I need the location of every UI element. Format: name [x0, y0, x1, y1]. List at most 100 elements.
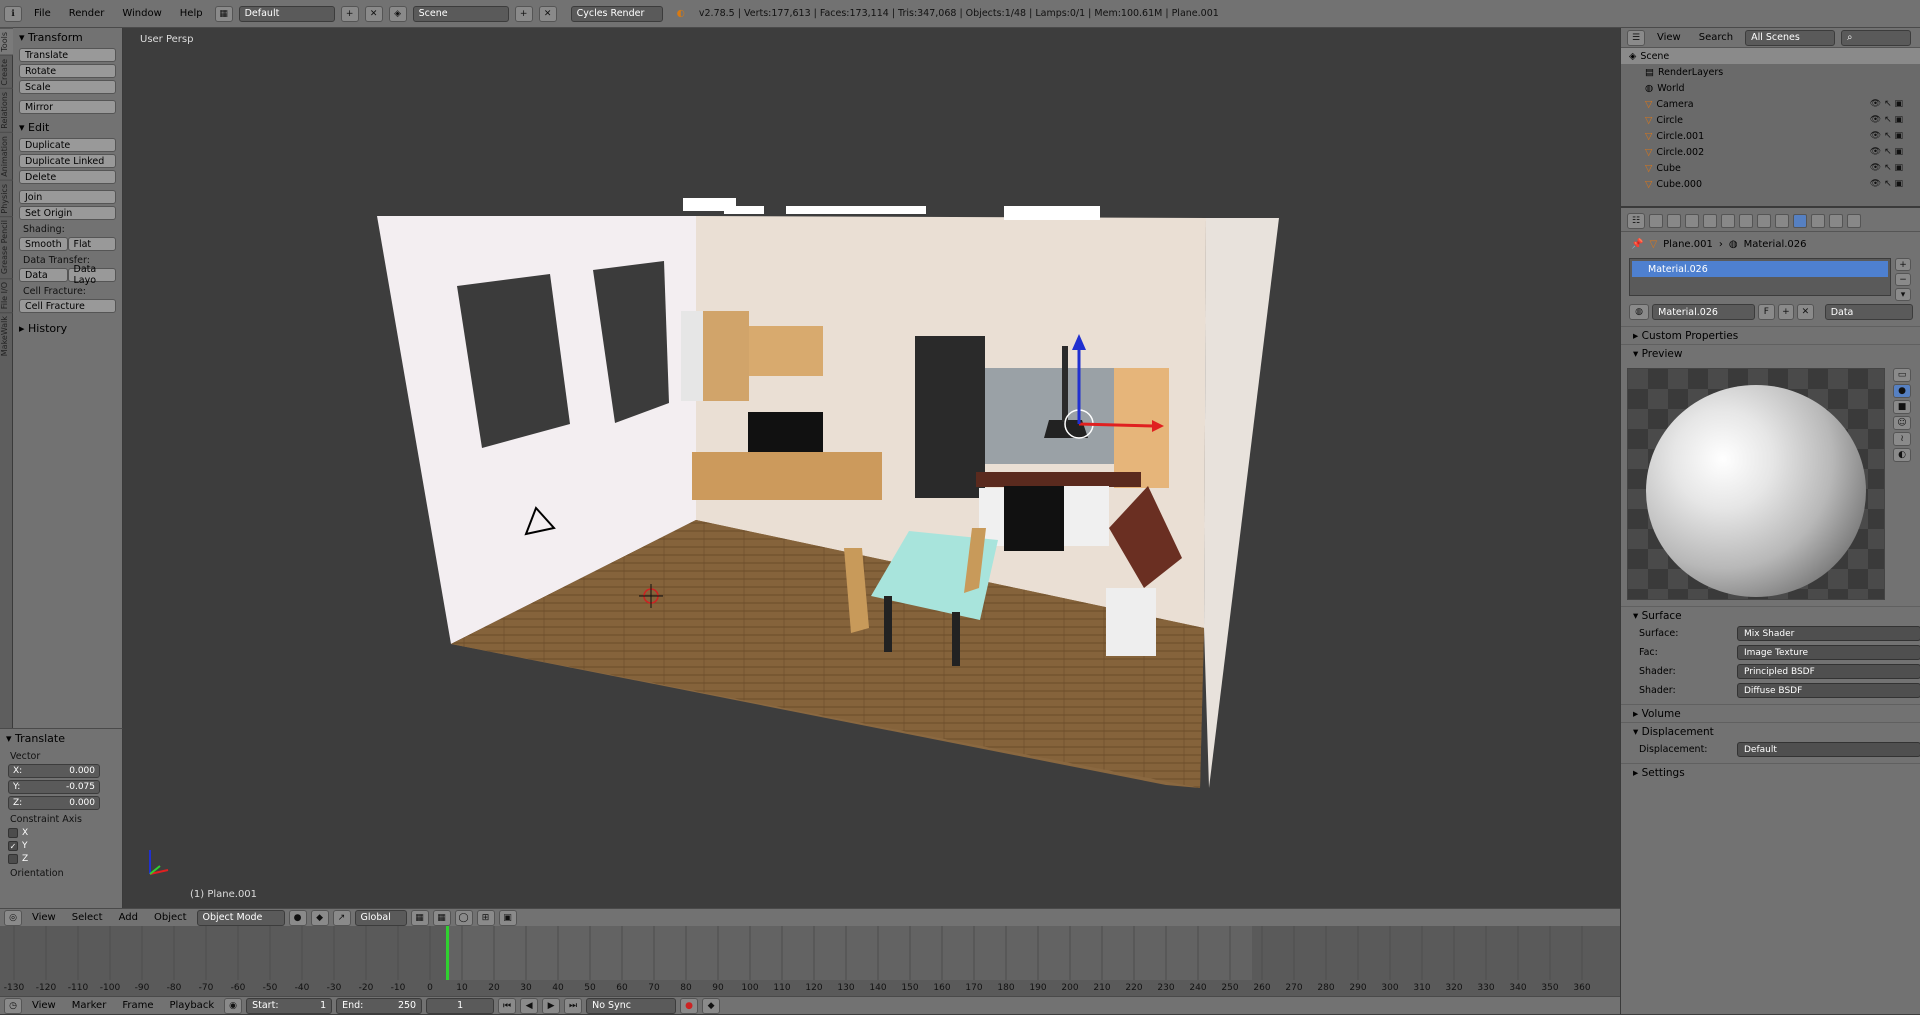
vector-y-field[interactable]: Y: -0.075 [8, 780, 100, 794]
material-name-field[interactable]: Material.026 [1652, 304, 1756, 320]
tab-grease-pencil[interactable]: Grease Pencil [0, 216, 13, 278]
menu-render[interactable]: Render [63, 5, 111, 23]
editor-type-info-icon[interactable]: ℹ [4, 5, 22, 22]
constraint-z-checkbox[interactable]: Z [8, 854, 114, 864]
transform-orientation-select[interactable]: Global [354, 909, 407, 926]
record-icon[interactable]: ● [680, 997, 699, 1014]
outliner-item-cube-000[interactable]: ▽ Cube.000 👁 ↖ ▣ [1621, 176, 1920, 192]
displacement-select[interactable]: Default [1737, 742, 1920, 757]
cell-fracture-button[interactable]: Cell Fracture [19, 299, 116, 313]
smooth-button[interactable]: Smooth [19, 237, 68, 251]
tab-file-io[interactable]: File I/O [0, 277, 13, 312]
particles-tab-icon[interactable] [1829, 213, 1843, 228]
visibility-icons[interactable]: 👁 ↖ ▣ [1870, 179, 1903, 189]
layout-field[interactable]: Default [238, 5, 335, 22]
physics-tab-icon[interactable] [1847, 213, 1861, 228]
outliner-menu-view[interactable]: View [1651, 29, 1687, 47]
vector-x-field[interactable]: X: 0.000 [8, 764, 100, 778]
scene-icon[interactable]: ◈ [388, 5, 407, 22]
visibility-icons[interactable]: 👁 ↖ ▣ [1870, 99, 1903, 109]
material-browse-icon[interactable]: ◍ [1629, 304, 1650, 320]
current-frame-field[interactable]: 1 [426, 997, 495, 1014]
volume-header[interactable]: ▸ Volume [1621, 704, 1920, 722]
tab-relations[interactable]: Relations [0, 88, 13, 133]
outliner-search-input[interactable]: ⌕ [1841, 29, 1912, 46]
delete-button[interactable]: Delete [19, 170, 116, 184]
rotate-button[interactable]: Rotate [19, 64, 116, 78]
mirror-button[interactable]: Mirror [19, 100, 116, 114]
shader1-select[interactable]: Principled BSDF [1737, 664, 1920, 679]
transform-panel-header[interactable]: ▾ Transform [13, 28, 122, 46]
visibility-icons[interactable]: 👁 ↖ ▣ [1870, 115, 1903, 125]
translate-button[interactable]: Translate [19, 48, 116, 62]
menu-view[interactable]: View [26, 909, 62, 927]
outliner-filter-select[interactable]: All Scenes [1745, 29, 1836, 46]
constraints-tab-icon[interactable] [1739, 213, 1753, 228]
flat-button[interactable]: Flat [67, 237, 116, 251]
scale-button[interactable]: Scale [19, 80, 116, 94]
timeline-ruler[interactable]: -130 -120 -110 -100 -90 -80 -70 -60 -50 -40 -30 -20… [0, 926, 1620, 996]
end-frame-field[interactable]: End: 250 [336, 997, 423, 1014]
menu-file[interactable]: File [28, 5, 57, 23]
outliner-item-circle[interactable]: ▽ Circle 👁 ↖ ▣ [1621, 112, 1920, 128]
preview-hair-icon[interactable]: ≀ [1893, 432, 1911, 446]
editor-type-properties-icon[interactable]: ☷ [1627, 212, 1645, 229]
duplicate-linked-button[interactable]: Duplicate Linked [19, 154, 116, 168]
pin-icon[interactable]: 📌 [1631, 239, 1643, 250]
slot-menu-icon[interactable]: ▾ [1895, 288, 1911, 301]
outliner-item-camera[interactable]: ▽ Camera 👁 ↖ ▣ [1621, 96, 1920, 112]
duplicate-button[interactable]: Duplicate [19, 138, 116, 152]
jump-end-icon[interactable]: ⏭ [564, 997, 583, 1014]
pivot-point-icon[interactable]: ◆ [310, 909, 329, 926]
proportional-edit-icon[interactable]: ◯ [454, 909, 473, 926]
layers-icon-2[interactable]: ▦ [432, 909, 451, 926]
jump-start-icon[interactable]: ⏮ [498, 997, 517, 1014]
remove-slot-icon[interactable]: − [1895, 273, 1911, 286]
object-tab-icon[interactable] [1721, 213, 1735, 228]
outliner-item-circle-002[interactable]: ▽ Circle.002 👁 ↖ ▣ [1621, 144, 1920, 160]
layers-icon[interactable]: ▦ [410, 909, 429, 926]
preview-monkey-icon[interactable]: ☺ [1893, 416, 1911, 430]
constraint-y-checkbox[interactable]: ✓ Y [8, 841, 114, 851]
visibility-icons[interactable]: 👁 ↖ ▣ [1870, 163, 1903, 173]
link-select[interactable]: Data [1824, 304, 1914, 320]
surface-header[interactable]: ▾ Surface [1621, 606, 1920, 624]
scene-field[interactable]: Scene [412, 5, 509, 22]
play-reverse-icon[interactable]: ◀ [520, 997, 539, 1014]
keyframe-icon[interactable]: ◆ [702, 997, 721, 1014]
screen-layout-icon[interactable]: ▦ [214, 5, 233, 22]
outliner-item-renderlayers[interactable]: ▤ RenderLayers [1621, 64, 1920, 80]
scene-tab-icon[interactable] [1685, 213, 1699, 228]
snap-icon[interactable]: ⊞ [476, 909, 495, 926]
preview-cube-icon[interactable]: ■ [1893, 400, 1911, 414]
play-icon[interactable]: ▶ [542, 997, 561, 1014]
surface-shader-select[interactable]: Mix Shader [1737, 626, 1920, 641]
timeline-menu-frame[interactable]: Frame [116, 997, 159, 1015]
tab-physics[interactable]: Physics [0, 179, 13, 217]
menu-object[interactable]: Object [148, 909, 193, 927]
outliner-item-cube[interactable]: ▽ Cube 👁 ↖ ▣ [1621, 160, 1920, 176]
custom-properties-header[interactable]: ▸ Custom Properties [1621, 326, 1920, 344]
fac-input-select[interactable]: Image Texture [1737, 645, 1920, 660]
edit-panel-header[interactable]: ▾ Edit [13, 118, 122, 136]
history-panel-header[interactable]: ▸ History [13, 319, 122, 337]
timeline-menu-marker[interactable]: Marker [66, 997, 113, 1015]
outliner-item-circle-001[interactable]: ▽ Circle.001 👁 ↖ ▣ [1621, 128, 1920, 144]
preview-header[interactable]: ▾ Preview [1621, 344, 1920, 362]
manipulator-icon[interactable]: ↗ [332, 909, 351, 926]
outliner-tree[interactable]: ◈ Scene ▤ RenderLayers ◍ World ▽ Camera 👁 ↖ ▣… [1621, 48, 1920, 208]
outliner-item-scene[interactable]: ◈ Scene [1621, 48, 1920, 64]
tab-animation[interactable]: Animation [0, 132, 13, 180]
visibility-icons[interactable]: 👁 ↖ ▣ [1870, 131, 1903, 141]
data-layout-button[interactable]: Data Layo [67, 264, 116, 286]
preview-sphere-icon[interactable]: ● [1893, 384, 1911, 398]
start-frame-field[interactable]: Start: 1 [246, 997, 333, 1014]
set-origin-button[interactable]: Set Origin [19, 206, 116, 220]
preview-flat-icon[interactable]: ▭ [1893, 368, 1911, 382]
world-tab-icon[interactable] [1703, 213, 1717, 228]
timeline[interactable]: -130 -120 -110 -100 -90 -80 -70 -60 -50 -40 -30 -20… [0, 926, 1620, 996]
texture-tab-icon[interactable] [1811, 213, 1825, 228]
render-tab-icon[interactable] [1649, 213, 1663, 228]
mode-select[interactable]: Object Mode [196, 909, 285, 926]
outliner-item-world[interactable]: ◍ World [1621, 80, 1920, 96]
